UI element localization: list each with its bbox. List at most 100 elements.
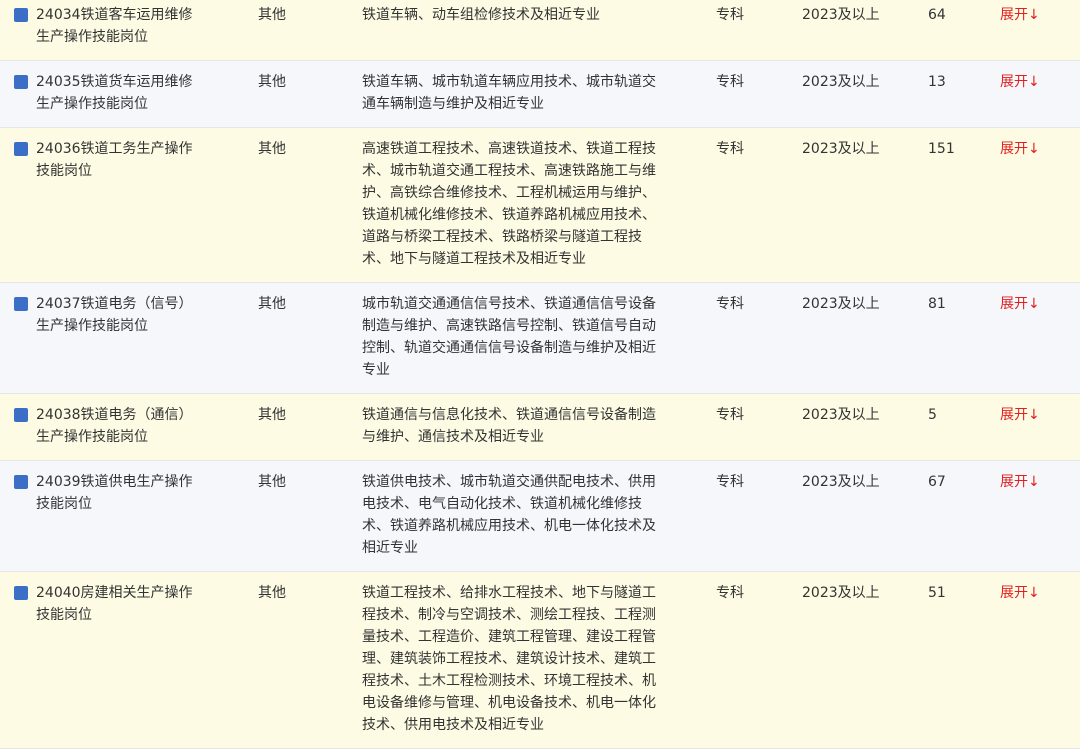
major-requirement-cell: 铁道工程技术、给排水工程技术、地下与隧道工程技术、制冷与空调技术、测绘工程技、工… <box>362 571 716 749</box>
job-type: 其他 <box>258 460 362 572</box>
job-name: 24040房建相关生产操作技能岗位 <box>36 585 193 623</box>
major-requirement-cell: 铁道供电技术、城市轨道交通供配电技术、供用电技术、电气自动化技术、铁道机械化维修… <box>362 460 716 572</box>
job-name-cell: 24034铁道客车运用维修生产操作技能岗位 <box>0 0 258 61</box>
job-name-cell: 24040房建相关生产操作技能岗位 <box>0 571 258 749</box>
major-requirement: 铁道通信与信息化技术、铁道通信信号设备制造与维护、通信技术及相近专业 <box>362 407 656 445</box>
major-requirement-cell: 铁道车辆、城市轨道车辆应用技术、城市轨道交通车辆制造与维护及相近专业 <box>362 60 716 128</box>
education-level: 专科 <box>716 460 802 572</box>
action-cell: 展开↓ <box>1000 571 1080 749</box>
job-name: 24035铁道货车运用维修生产操作技能岗位 <box>36 74 193 112</box>
major-requirement: 铁道供电技术、城市轨道交通供配电技术、供用电技术、电气自动化技术、铁道机械化维修… <box>362 474 656 556</box>
major-requirement-cell: 铁道车辆、动车组检修技术及相近专业 <box>362 0 716 61</box>
table-row: 24037铁道电务（信号）生产操作技能岗位 其他 城市轨道交通通信信号技术、铁道通信… <box>0 282 1080 394</box>
headcount: 5 <box>928 407 937 423</box>
square-bullet-icon <box>14 297 28 311</box>
headcount: 64 <box>928 7 946 23</box>
table-row: 24039铁道供电生产操作技能岗位 其他 铁道供电技术、城市轨道交通供配电技术、供用… <box>0 460 1080 572</box>
expand-link[interactable]: 展开↓ <box>1000 74 1040 90</box>
expand-link[interactable]: 展开↓ <box>1000 141 1040 157</box>
table-row: 24038铁道电务（通信）生产操作技能岗位 其他 铁道通信与信息化技术、铁道通信信号… <box>0 393 1080 461</box>
job-name-wrapper: 24035铁道货车运用维修生产操作技能岗位 <box>0 71 258 115</box>
expand-link[interactable]: 展开↓ <box>1000 585 1040 601</box>
education-level: 专科 <box>716 60 802 128</box>
major-requirement-cell: 城市轨道交通通信信号技术、铁道通信信号设备制造与维护、高速铁路信号控制、铁道信号… <box>362 282 716 394</box>
expand-link[interactable]: 展开↓ <box>1000 296 1040 312</box>
job-type: 其他 <box>258 127 362 283</box>
square-bullet-icon <box>14 475 28 489</box>
job-type: 其他 <box>258 0 362 61</box>
action-cell: 展开↓ <box>1000 282 1080 394</box>
job-name: 24034铁道客车运用维修生产操作技能岗位 <box>36 7 193 45</box>
expand-link[interactable]: 展开↓ <box>1000 7 1040 23</box>
major-requirement-cell: 铁道通信与信息化技术、铁道通信信号设备制造与维护、通信技术及相近专业 <box>362 393 716 461</box>
job-name-cell: 24038铁道电务（通信）生产操作技能岗位 <box>0 393 258 461</box>
expand-link[interactable]: 展开↓ <box>1000 407 1040 423</box>
action-cell: 展开↓ <box>1000 0 1080 61</box>
headcount: 151 <box>928 141 955 157</box>
major-requirement: 铁道工程技术、给排水工程技术、地下与隧道工程技术、制冷与空调技术、测绘工程技、工… <box>362 585 656 733</box>
table-row: 24035铁道货车运用维修生产操作技能岗位 其他 铁道车辆、城市轨道车辆应用技术、城… <box>0 60 1080 128</box>
major-requirement: 城市轨道交通通信信号技术、铁道通信信号设备制造与维护、高速铁路信号控制、铁道信号… <box>362 296 656 378</box>
job-type: 其他 <box>258 60 362 128</box>
major-requirement: 铁道车辆、城市轨道车辆应用技术、城市轨道交通车辆制造与维护及相近专业 <box>362 74 656 112</box>
education-level: 专科 <box>716 571 802 749</box>
headcount-cell: 67 <box>916 460 1000 572</box>
expand-link[interactable]: 展开↓ <box>1000 474 1040 490</box>
job-name-wrapper: 24039铁道供电生产操作技能岗位 <box>0 471 258 515</box>
job-type: 其他 <box>258 571 362 749</box>
job-name: 24038铁道电务（通信）生产操作技能岗位 <box>36 407 193 445</box>
job-listing-body: 24034铁道客车运用维修生产操作技能岗位 其他 铁道车辆、动车组检修技术及相近专业… <box>0 0 1080 749</box>
square-bullet-icon <box>14 75 28 89</box>
headcount-cell: 151 <box>916 127 1000 283</box>
job-name-wrapper: 24040房建相关生产操作技能岗位 <box>0 582 258 626</box>
graduation-year: 2023及以上 <box>802 0 916 61</box>
job-name: 24036铁道工务生产操作技能岗位 <box>36 141 193 179</box>
action-cell: 展开↓ <box>1000 393 1080 461</box>
graduation-year: 2023及以上 <box>802 60 916 128</box>
square-bullet-icon <box>14 586 28 600</box>
action-cell: 展开↓ <box>1000 127 1080 283</box>
square-bullet-icon <box>14 8 28 22</box>
education-level: 专科 <box>716 393 802 461</box>
major-requirement-cell: 高速铁道工程技术、高速铁道技术、铁道工程技术、城市轨道交通工程技术、高速铁路施工… <box>362 127 716 283</box>
table-row: 24034铁道客车运用维修生产操作技能岗位 其他 铁道车辆、动车组检修技术及相近专业… <box>0 0 1080 61</box>
headcount-cell: 5 <box>916 393 1000 461</box>
job-name-wrapper: 24034铁道客车运用维修生产操作技能岗位 <box>0 4 258 48</box>
headcount: 67 <box>928 474 946 490</box>
job-name-wrapper: 24036铁道工务生产操作技能岗位 <box>0 138 258 182</box>
job-name-wrapper: 24037铁道电务（信号）生产操作技能岗位 <box>0 293 258 337</box>
job-type: 其他 <box>258 393 362 461</box>
education-level: 专科 <box>716 0 802 61</box>
graduation-year: 2023及以上 <box>802 393 916 461</box>
headcount: 51 <box>928 585 946 601</box>
graduation-year: 2023及以上 <box>802 571 916 749</box>
job-name-cell: 24039铁道供电生产操作技能岗位 <box>0 460 258 572</box>
major-requirement: 铁道车辆、动车组检修技术及相近专业 <box>362 7 600 23</box>
action-cell: 展开↓ <box>1000 460 1080 572</box>
square-bullet-icon <box>14 408 28 422</box>
job-listing-table: 24034铁道客车运用维修生产操作技能岗位 其他 铁道车辆、动车组检修技术及相近专业… <box>0 0 1080 749</box>
headcount: 81 <box>928 296 946 312</box>
table-row: 24036铁道工务生产操作技能岗位 其他 高速铁道工程技术、高速铁道技术、铁道工程技… <box>0 127 1080 283</box>
headcount-cell: 13 <box>916 60 1000 128</box>
graduation-year: 2023及以上 <box>802 282 916 394</box>
job-type: 其他 <box>258 282 362 394</box>
headcount-cell: 81 <box>916 282 1000 394</box>
headcount: 13 <box>928 74 946 90</box>
job-name-cell: 24036铁道工务生产操作技能岗位 <box>0 127 258 283</box>
major-requirement: 高速铁道工程技术、高速铁道技术、铁道工程技术、城市轨道交通工程技术、高速铁路施工… <box>362 141 656 267</box>
education-level: 专科 <box>716 127 802 283</box>
graduation-year: 2023及以上 <box>802 127 916 283</box>
job-name-cell: 24037铁道电务（信号）生产操作技能岗位 <box>0 282 258 394</box>
table-row: 24040房建相关生产操作技能岗位 其他 铁道工程技术、给排水工程技术、地下与隧道工… <box>0 571 1080 749</box>
headcount-cell: 64 <box>916 0 1000 61</box>
education-level: 专科 <box>716 282 802 394</box>
job-name-wrapper: 24038铁道电务（通信）生产操作技能岗位 <box>0 404 258 448</box>
job-name-cell: 24035铁道货车运用维修生产操作技能岗位 <box>0 60 258 128</box>
square-bullet-icon <box>14 142 28 156</box>
headcount-cell: 51 <box>916 571 1000 749</box>
job-name: 24039铁道供电生产操作技能岗位 <box>36 474 193 512</box>
action-cell: 展开↓ <box>1000 60 1080 128</box>
job-name: 24037铁道电务（信号）生产操作技能岗位 <box>36 296 193 334</box>
graduation-year: 2023及以上 <box>802 460 916 572</box>
